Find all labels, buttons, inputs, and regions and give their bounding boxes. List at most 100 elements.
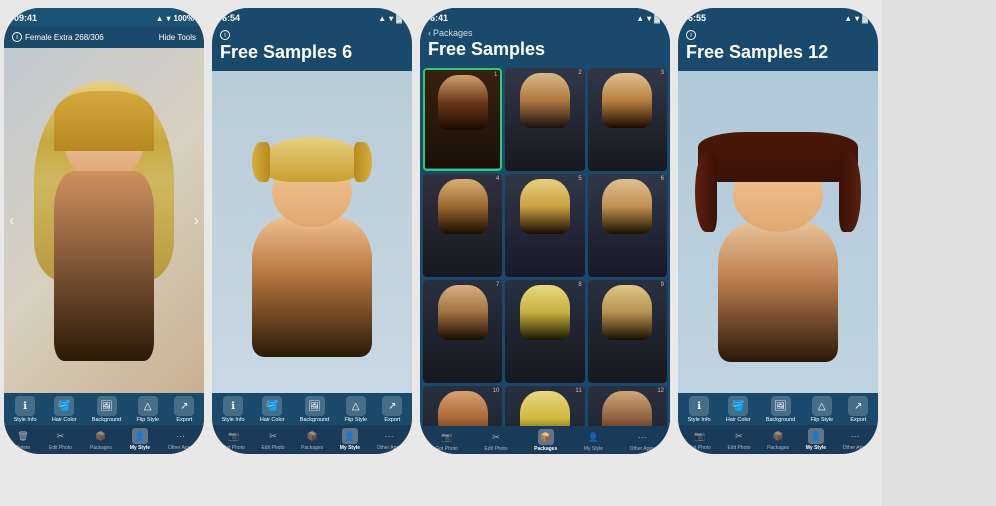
tab-my-style-active[interactable]: 👤 My Style bbox=[130, 428, 150, 451]
t4-export-label: Export bbox=[850, 417, 866, 423]
header-title-1: Female Extra 268/306 bbox=[25, 33, 104, 42]
edit-photo-icon: ✂ bbox=[52, 428, 68, 444]
tool4-background[interactable]: 🖼 Background bbox=[766, 396, 795, 423]
style-thumb-9[interactable]: 9 bbox=[588, 280, 667, 383]
tool-export[interactable]: ↗ Export bbox=[174, 396, 194, 423]
style-thumb-7[interactable]: 7 bbox=[423, 280, 502, 383]
tab3-my-style-label: My Style bbox=[584, 446, 603, 452]
tab-other-apps[interactable]: ⋯ Other Apps bbox=[168, 428, 193, 451]
tab4-my-style-active[interactable]: 👤 My Style bbox=[806, 428, 826, 451]
tab-packages[interactable]: 📦 Packages bbox=[90, 428, 112, 451]
tool-hair-color[interactable]: 🪣 Hair Color bbox=[52, 396, 77, 423]
tab4-get-photo[interactable]: 📷 Get Photo bbox=[688, 428, 711, 451]
style-thumb-6[interactable]: 6 bbox=[588, 174, 667, 277]
hair-color-label: Hair Color bbox=[52, 417, 77, 423]
thumb-num-6: 6 bbox=[661, 176, 664, 182]
tab3-packages-active[interactable]: 📦 Packages bbox=[534, 429, 557, 452]
header-info-row-2: i bbox=[220, 30, 404, 40]
tab4-other[interactable]: ⋯ Other Apps bbox=[843, 428, 868, 451]
style-thumb-11[interactable]: 11 bbox=[505, 386, 584, 426]
other-apps-icon: ⋯ bbox=[172, 428, 188, 444]
tab4-edit[interactable]: ✂ Edit Photo bbox=[727, 428, 750, 451]
t2-export-icon: ↗ bbox=[382, 396, 402, 416]
hair2-right bbox=[354, 142, 372, 182]
phone-2: 6:54 ▲ ▾ ▓ i Free Samples 6 bbox=[212, 8, 412, 454]
thumb-bg-4 bbox=[423, 174, 502, 277]
status-time-3: 6:41 bbox=[430, 13, 448, 23]
tool4-export[interactable]: ↗ Export bbox=[848, 396, 868, 423]
header-bar-1: i Female Extra 268/306 Hide Tools bbox=[4, 26, 204, 48]
tab2-edit-label: Edit Photo bbox=[261, 445, 284, 451]
battery-icon: 100% bbox=[174, 14, 194, 23]
t2-flip-icon: △ bbox=[346, 396, 366, 416]
tool2-hair-color[interactable]: 🪣 Hair Color bbox=[260, 396, 285, 423]
tool2-export[interactable]: ↗ Export bbox=[382, 396, 402, 423]
tab4-packages[interactable]: 📦 Packages bbox=[767, 428, 789, 451]
tool4-hair-color[interactable]: 🪣 Hair Color bbox=[726, 396, 751, 423]
t4-style-icon: ℹ bbox=[689, 396, 709, 416]
header-3: ‹ Packages Free Samples bbox=[420, 26, 670, 65]
hair2-left bbox=[252, 142, 270, 182]
status-time-2: 6:54 bbox=[222, 13, 240, 23]
header-info-1: i Female Extra 268/306 bbox=[12, 32, 104, 42]
style-thumb-3[interactable]: 3 bbox=[588, 68, 667, 171]
style-thumb-12[interactable]: 12 bbox=[588, 386, 667, 426]
tool-background[interactable]: 🖼 Background bbox=[92, 396, 121, 423]
back-label: Packages bbox=[433, 28, 473, 38]
tab2-other[interactable]: ⋯ Other Apps bbox=[377, 428, 402, 451]
style-thumb-10[interactable]: 10 bbox=[423, 386, 502, 426]
hair2-top bbox=[262, 137, 362, 182]
style-thumb-8[interactable]: 8 bbox=[505, 280, 584, 383]
hair-front bbox=[54, 91, 154, 151]
tool4-flip[interactable]: △ Flip Style bbox=[810, 396, 833, 423]
woman-photo-1: ‹ › bbox=[4, 48, 204, 393]
tab2-get-photo[interactable]: 📷 Get Photo bbox=[222, 428, 245, 451]
hide-tools-btn[interactable]: Hide Tools bbox=[159, 33, 196, 42]
tab3-other[interactable]: ⋯ Other Apps bbox=[630, 429, 655, 452]
t4-hair-icon: 🪣 bbox=[728, 396, 748, 416]
tab-edit-photo[interactable]: ✂ Edit Photo bbox=[49, 428, 72, 451]
torso bbox=[54, 171, 154, 361]
tab2-get-label: Get Photo bbox=[222, 445, 245, 451]
tab2-packages[interactable]: 📦 Packages bbox=[301, 428, 323, 451]
tool4-style-info[interactable]: ℹ Style Info bbox=[688, 396, 711, 423]
back-row[interactable]: ‹ Packages bbox=[428, 28, 662, 38]
my-style-icon-2: 👤 bbox=[342, 428, 358, 444]
info-icon-2: i bbox=[220, 30, 230, 40]
tool2-background[interactable]: 🖼 Background bbox=[300, 396, 329, 423]
style-thumb-5[interactable]: 5 bbox=[505, 174, 584, 277]
tool2-flip[interactable]: △ Flip Style bbox=[344, 396, 367, 423]
tab-delete[interactable]: 🗑 Delete bbox=[15, 428, 31, 451]
status-bar-3: 6:41 ▲ ▾ ▓ bbox=[420, 8, 670, 26]
wifi-3: ▾ bbox=[647, 14, 651, 23]
thumb-num-8: 8 bbox=[578, 282, 581, 288]
nav-arrow-right[interactable]: › bbox=[194, 212, 199, 230]
tool2-style-info[interactable]: ℹ Style Info bbox=[222, 396, 245, 423]
style-info-label: Style Info bbox=[14, 417, 37, 423]
thumb-bg-10 bbox=[423, 386, 502, 426]
style-thumb-4[interactable]: 4 bbox=[423, 174, 502, 277]
thumb-num-1: 1 bbox=[494, 72, 497, 78]
style-thumb-1[interactable]: 1 bbox=[423, 68, 502, 171]
tab2-edit[interactable]: ✂ Edit Photo bbox=[261, 428, 284, 451]
my-style-icon: 👤 bbox=[132, 428, 148, 444]
tab3-got-photo[interactable]: 📷 Got Photo bbox=[435, 429, 458, 452]
other-icon-4: ⋯ bbox=[847, 428, 863, 444]
flip-style-label: Flip Style bbox=[136, 417, 159, 423]
nav-arrow-left[interactable]: ‹ bbox=[9, 212, 14, 230]
get-photo-icon-4: 📷 bbox=[692, 428, 708, 444]
tab3-my-style[interactable]: 👤 My Style bbox=[584, 429, 603, 452]
woman-body-1 bbox=[49, 81, 159, 361]
status-time-4: 6:55 bbox=[688, 13, 706, 23]
status-bar-1: 09:41 ▲ ▾ 100% bbox=[4, 8, 204, 26]
tab3-edit[interactable]: ✂ Edit Photo bbox=[484, 429, 507, 452]
tool-flip-style[interactable]: △ Flip Style bbox=[136, 396, 159, 423]
export-label: Export bbox=[176, 417, 192, 423]
tool-style-info[interactable]: ℹ Style Info bbox=[14, 396, 37, 423]
thumb-bg-6 bbox=[588, 174, 667, 277]
t2-hair-icon: 🪣 bbox=[262, 396, 282, 416]
style-thumb-2[interactable]: 2 bbox=[505, 68, 584, 171]
wifi-2: ▾ bbox=[389, 14, 393, 23]
other-icon-3: ⋯ bbox=[634, 429, 650, 445]
tab2-my-style-active[interactable]: 👤 My Style bbox=[340, 428, 360, 451]
